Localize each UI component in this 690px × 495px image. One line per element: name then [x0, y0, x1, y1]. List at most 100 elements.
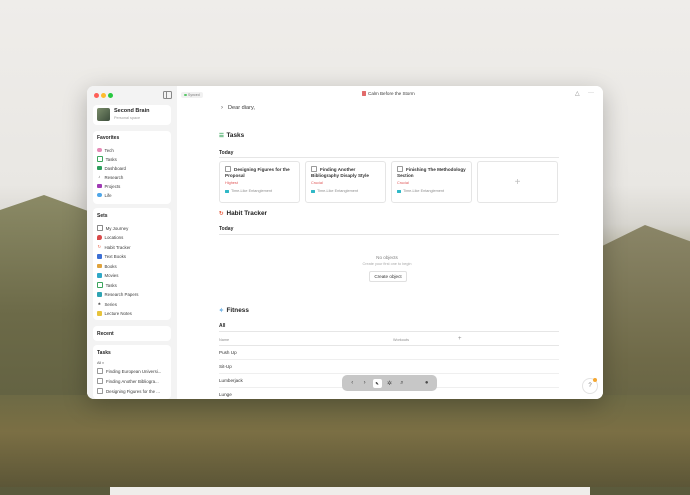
relation-tag[interactable]: Time-Like Entanglement [311, 189, 358, 193]
tasks-icon [97, 282, 103, 288]
sidebar-item-label: Research [104, 174, 124, 180]
column-header-workouts[interactable]: Workouts [393, 338, 409, 342]
task-list-item[interactable]: Finding European Universi... [97, 367, 161, 375]
divider [219, 157, 559, 158]
task-card-title: Finishing The Methodology Section [397, 167, 466, 179]
graph-icon[interactable]: ✲ [385, 379, 394, 388]
sidebar-item-habit-tracker[interactable]: ↻ Habit Tracker [97, 243, 131, 251]
table-row[interactable]: Push Up [219, 346, 559, 360]
priority-label: Crucial [311, 181, 323, 185]
back-arrow-icon[interactable]: ‹ [348, 379, 357, 388]
sidebar-item-label: Tasks [105, 156, 117, 162]
sidebar-item-label: Locations [104, 235, 124, 240]
profile-icon[interactable]: ● [422, 379, 431, 388]
notification-dot [593, 378, 597, 382]
sidebar-item-series[interactable]: ♣ Series [97, 300, 117, 308]
task-checkbox[interactable] [97, 378, 103, 384]
task-checkbox[interactable] [311, 166, 317, 173]
add-column-icon[interactable]: + [458, 336, 462, 342]
sidebar-item-research-papers[interactable]: Research Papers [97, 291, 138, 299]
sidebar-item-lecture-notes[interactable]: Lecture Notes [97, 310, 132, 318]
recent-title: Recent [97, 331, 114, 337]
task-card-title: Finding Another Bibliography Disaply Sty… [311, 167, 369, 179]
tab-all[interactable]: All [219, 323, 225, 329]
sidebar-item-text-books[interactable]: Text Books [97, 253, 126, 261]
tasks-block-title[interactable]: ☰ Tasks [219, 132, 244, 139]
sidebar-item-label: My Journey [105, 225, 129, 231]
table-row[interactable]: Sit-Up [219, 360, 559, 374]
chevron-down-icon: ▾ [102, 361, 104, 365]
create-object-button[interactable]: Create object [369, 271, 407, 282]
sidebar-item-dashboard[interactable]: Dashboard [97, 164, 126, 172]
sidebar-item-label: Habit Tracker [104, 244, 131, 250]
zoom-window-button[interactable] [108, 93, 113, 98]
tag-label: Time-Like Entanglement [231, 189, 273, 193]
task-card[interactable]: Designing Figures for the Proposal Highe… [219, 161, 300, 203]
recent-widget: Recent [93, 326, 171, 341]
space-switcher[interactable]: Second Brain Personal space [93, 105, 171, 125]
relation-tag[interactable]: Time-Like Entanglement [397, 189, 444, 193]
warning-icon[interactable]: △ [575, 90, 580, 97]
sidebar-item-label: Dashboard [104, 165, 126, 171]
tag-label: Time-Like Entanglement [403, 189, 445, 193]
sidebar-item-books[interactable]: Books [97, 262, 117, 270]
location-pin-icon [97, 235, 102, 240]
search-icon[interactable]: ⌕ [397, 379, 406, 388]
sidebar: Second Brain Personal space Favorites Te… [87, 86, 177, 399]
task-card[interactable]: Finding Another Bibliography Disaply Sty… [305, 161, 386, 203]
sidebar-item-tasks-set[interactable]: Tasks [97, 281, 117, 289]
tasks-widget: Tasks All ▾ Finding European Universi...… [93, 345, 171, 399]
forward-arrow-icon[interactable]: › [360, 379, 369, 388]
space-subtitle: Personal space [114, 116, 141, 120]
diary-toggle[interactable]: › Dear diary, [221, 105, 255, 111]
tasks-filter-dropdown[interactable]: All ▾ [97, 359, 104, 367]
help-icon: ? [588, 383, 592, 389]
projects-icon [97, 183, 102, 189]
tab-today[interactable]: Today [219, 226, 233, 232]
sidebar-item-movies[interactable]: Movies [97, 272, 118, 280]
task-checkbox[interactable] [97, 368, 103, 374]
sets-title: Sets [97, 213, 108, 219]
app-window: Second Brain Personal space Favorites Te… [87, 86, 603, 399]
document-title-label: Calm Before the Storm [368, 91, 415, 96]
empty-state-title: No objects [376, 255, 398, 260]
habit-block-title[interactable]: ↻ Habit Tracker [219, 210, 267, 217]
sidebar-item-label: Series [104, 301, 117, 307]
minimize-window-button[interactable] [101, 93, 106, 98]
relation-tag[interactable]: Time-Like Entanglement [225, 189, 272, 193]
task-card[interactable]: Finishing The Methodology Section Crucia… [391, 161, 472, 203]
tab-today[interactable]: Today [219, 150, 233, 156]
task-checkbox[interactable] [225, 166, 231, 173]
sidebar-item-my-journey[interactable]: My Journey [97, 224, 128, 232]
task-list-item[interactable]: Designing Figures for the ... [97, 387, 160, 395]
editor-icon[interactable]: ✎ [372, 378, 382, 388]
habit-tracker-icon: ↻ [97, 243, 101, 249]
sidebar-item-research[interactable]: ♪ Research [97, 173, 123, 181]
task-item-label: Designing Figures for the ... [106, 388, 160, 394]
sets-widget: Sets My Journey Locations ↻ Habit Tracke… [93, 208, 171, 320]
journey-icon [97, 225, 103, 231]
task-checkbox[interactable] [397, 166, 403, 173]
document-title[interactable]: Calm Before the Storm [362, 91, 415, 96]
row-name: Lunge [219, 392, 232, 397]
sync-status-label: Synced [188, 93, 200, 97]
task-checkbox[interactable] [97, 388, 103, 394]
more-options-icon[interactable]: ··· [588, 90, 594, 96]
fitness-block-label: Fitness [226, 307, 249, 314]
empty-state: No objects Create your first one to begi… [327, 255, 447, 266]
sidebar-item-label: Projects [104, 183, 121, 189]
close-window-button[interactable] [94, 93, 99, 98]
sidebar-item-tech[interactable]: Tech [97, 146, 114, 154]
tasks-icon [97, 156, 103, 162]
sidebar-item-tasks[interactable]: Tasks [97, 155, 117, 163]
add-card-button[interactable]: + [477, 161, 558, 203]
sidebar-item-life[interactable]: Life [97, 191, 112, 199]
sidebar-item-projects[interactable]: Projects [97, 182, 120, 190]
task-list-item[interactable]: Finding Another Bibliogra... [97, 377, 159, 385]
tag-label: Time-Like Entanglement [317, 189, 359, 193]
column-header-name[interactable]: Name [219, 338, 229, 342]
sidebar-toggle-icon[interactable] [163, 91, 172, 99]
fitness-block-title[interactable]: ✧ Fitness [219, 307, 249, 314]
sidebar-item-locations[interactable]: Locations [97, 234, 123, 242]
